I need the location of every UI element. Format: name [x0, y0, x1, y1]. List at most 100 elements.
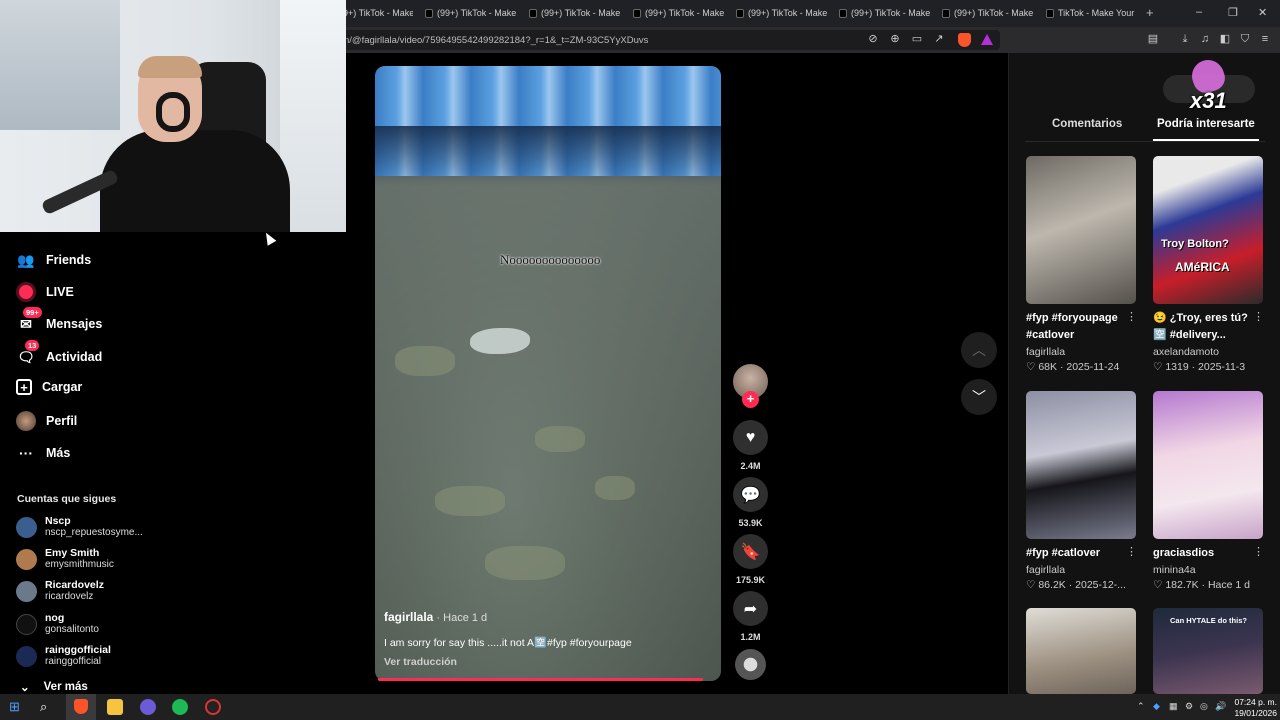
- video-progress-bar[interactable]: [378, 678, 703, 681]
- avatar: [16, 516, 37, 538]
- card-title[interactable]: #fyp #foryoupage #catlover: [1026, 310, 1126, 344]
- download-icon[interactable]: ⤓: [1179, 33, 1191, 45]
- tab-you-may-like[interactable]: Podría interesarte: [1157, 118, 1255, 130]
- video-stone: [485, 546, 565, 580]
- wallet-icon[interactable]: ▤: [1147, 33, 1159, 45]
- menu-icon[interactable]: ≡: [1259, 33, 1271, 45]
- card-author[interactable]: fagirllala: [1026, 346, 1065, 358]
- browser-tab[interactable]: (99+) TikTok - Make: [736, 4, 828, 22]
- tab-label: (99+) TikTok - Make: [748, 8, 828, 18]
- vpn-icon[interactable]: ⛉: [1239, 33, 1251, 45]
- sidebar-item-more[interactable]: ··· Más: [16, 443, 70, 463]
- tray-app-icon[interactable]: ◎: [1200, 701, 1208, 712]
- translate-icon[interactable]: ⊘: [867, 33, 879, 45]
- sidebar-item-label: Mensajes: [46, 317, 103, 331]
- media-icon[interactable]: ♫: [1199, 33, 1211, 45]
- discord-icon[interactable]: [140, 699, 156, 715]
- more-options-icon[interactable]: ⋮: [1126, 545, 1137, 558]
- sidebar-item-messages[interactable]: ✉ 99+ Mensajes: [16, 307, 103, 334]
- sidebar-item-live[interactable]: LIVE: [16, 282, 74, 302]
- video-author[interactable]: fagirllala · Hace 1 d: [384, 610, 487, 624]
- share-icon[interactable]: ↗: [933, 33, 945, 45]
- sidebar-item-upload[interactable]: + Cargar: [16, 379, 82, 395]
- url-text[interactable]: n/@fagirllala/video/7596495542499282184?…: [344, 35, 648, 46]
- share-arrow-icon: ➦: [733, 591, 768, 626]
- next-video-button[interactable]: ﹀: [961, 379, 997, 415]
- card-author[interactable]: minina4a: [1153, 564, 1196, 576]
- browser-tab-active[interactable]: TikTok - Make Your: [1046, 4, 1138, 22]
- more-options-icon[interactable]: ⋮: [1253, 545, 1264, 558]
- sidebar-item-label: Perfil: [46, 414, 78, 428]
- like-button[interactable]: ♥ 2.4M: [733, 420, 768, 471]
- windows-start-icon[interactable]: ⊞: [9, 699, 25, 715]
- card-title[interactable]: #fyp #catlover: [1026, 545, 1126, 562]
- video-thumbnail[interactable]: Troy Bolton? AMéRICA: [1153, 156, 1263, 304]
- translate-link[interactable]: Ver traducción: [384, 656, 457, 668]
- browser-tab[interactable]: (99+) TikTok - Make: [839, 4, 931, 22]
- browser-tab[interactable]: (99+) TikTok - Make: [425, 4, 517, 22]
- see-more-button[interactable]: ⌄ Ver más: [20, 680, 88, 694]
- previous-video-button[interactable]: ︿: [961, 332, 997, 368]
- following-account[interactable]: Nscp nscp_repuestosyme...: [16, 515, 143, 539]
- card-author[interactable]: fagirllala: [1026, 564, 1065, 576]
- taskbar-brave-active[interactable]: [66, 694, 96, 720]
- card-author[interactable]: axelandamoto: [1153, 346, 1219, 358]
- cast-icon[interactable]: ▭: [911, 33, 923, 45]
- card-title[interactable]: graciasdios: [1153, 545, 1253, 562]
- file-explorer-icon[interactable]: [107, 699, 123, 715]
- video-thumbnail[interactable]: [1026, 156, 1136, 304]
- heart-outline-icon: ♡: [1153, 361, 1166, 373]
- minimize-button[interactable]: –: [1196, 6, 1202, 18]
- video-thumbnail[interactable]: [1153, 391, 1263, 539]
- messages-icon: ✉ 99+: [16, 307, 42, 334]
- search-icon[interactable]: ⌕: [40, 699, 56, 715]
- clock-date[interactable]: 19/01/2026: [1230, 708, 1277, 718]
- close-window-button[interactable]: ✕: [1258, 6, 1267, 19]
- more-options-icon[interactable]: ⋮: [1126, 310, 1137, 323]
- sidebar-toggle-icon[interactable]: ◧: [1219, 33, 1231, 45]
- follow-button[interactable]: +: [742, 391, 759, 408]
- live-icon: [16, 282, 36, 302]
- tab-comments[interactable]: Comentarios: [1052, 118, 1122, 130]
- browser-tab[interactable]: (99+) TikTok - Make: [633, 4, 725, 22]
- clock-time[interactable]: 07:24 p. m.: [1233, 697, 1277, 707]
- more-options-icon[interactable]: ⋮: [1253, 310, 1264, 323]
- tab-label: (99+) TikTok - Make: [437, 8, 517, 18]
- following-account[interactable]: nog gonsalitonto: [16, 612, 99, 636]
- video-thumbnail[interactable]: [1026, 608, 1136, 694]
- tray-app-icon[interactable]: ⚙: [1185, 701, 1193, 712]
- obs-icon[interactable]: [205, 699, 221, 715]
- card-date: 2025-12-...: [1075, 579, 1126, 591]
- video-player[interactable]: [375, 66, 721, 681]
- spotify-icon[interactable]: [172, 699, 188, 715]
- maximize-button[interactable]: ❐: [1228, 6, 1238, 19]
- account-handle: ricardovelz: [45, 591, 94, 602]
- sidebar-item-activity[interactable]: 🗨 13 Actividad: [16, 340, 102, 367]
- chevron-up-icon: ︿: [972, 342, 986, 358]
- sidebar-item-profile[interactable]: Perfil: [16, 411, 77, 431]
- video-thumbnail[interactable]: Can HYTALE do this?: [1153, 608, 1263, 694]
- share-button[interactable]: ➦ 1.2M: [733, 591, 768, 642]
- music-disc-icon[interactable]: [735, 649, 766, 680]
- tray-network-icon[interactable]: ▦: [1169, 701, 1178, 712]
- browser-tab[interactable]: 9+) TikTok - Make: [343, 4, 413, 22]
- tray-chevron-icon[interactable]: ⌃: [1137, 701, 1145, 712]
- following-account[interactable]: rainggofficial rainggofficial: [16, 644, 111, 668]
- card-title[interactable]: 😉 ¿Troy, eres tú?🈳 #delivery...: [1153, 310, 1253, 344]
- volume-icon[interactable]: 🔊: [1215, 701, 1226, 712]
- avatar: [16, 613, 37, 635]
- browser-tab[interactable]: (99+) TikTok - Make: [942, 4, 1034, 22]
- comment-button[interactable]: 💬 53.9K: [733, 477, 768, 528]
- sidebar-item-friends[interactable]: 👥 Friends: [16, 250, 91, 270]
- following-account[interactable]: Emy Smith emysmithmusic: [16, 547, 114, 571]
- tray-app-icon[interactable]: ◆: [1153, 701, 1160, 712]
- brave-shield-icon[interactable]: [958, 33, 971, 47]
- card-likes: 86.2K: [1038, 579, 1066, 591]
- following-account[interactable]: Ricardovelz ricardovelz: [16, 579, 104, 603]
- new-tab-button[interactable]: +: [1146, 5, 1154, 20]
- brave-rewards-icon[interactable]: [981, 34, 993, 45]
- zoom-icon[interactable]: ⊕: [889, 33, 901, 45]
- browser-tab[interactable]: (99+) TikTok - Make: [529, 4, 621, 22]
- video-thumbnail[interactable]: [1026, 391, 1136, 539]
- save-button[interactable]: 🔖 175.9K: [733, 534, 768, 585]
